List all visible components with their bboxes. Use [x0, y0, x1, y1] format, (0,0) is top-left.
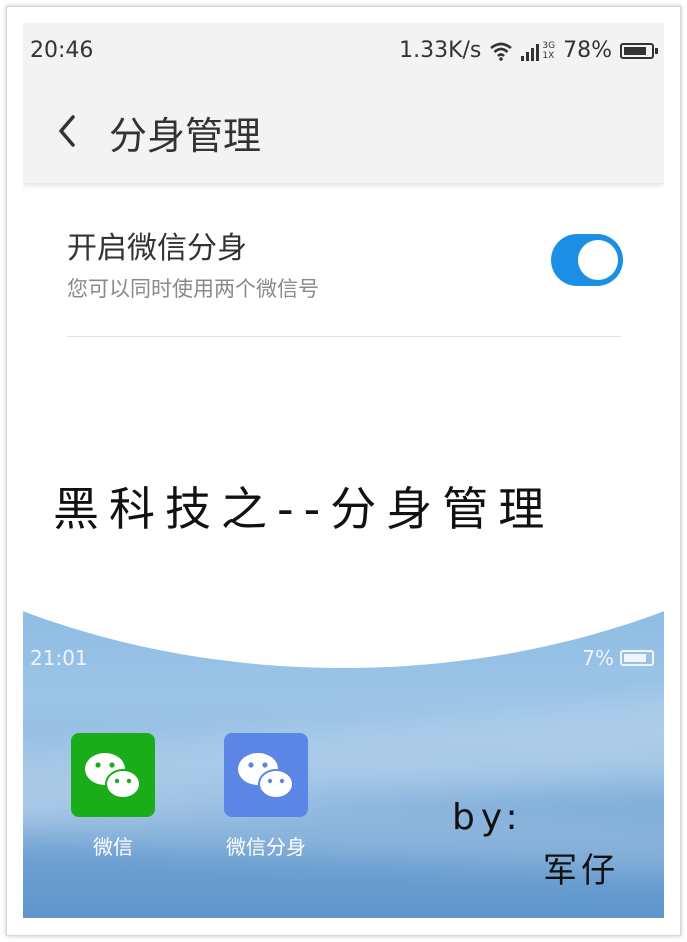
app-wechat[interactable]: 微信 — [58, 733, 168, 860]
net-speed: 1.33K/s — [399, 38, 482, 63]
app-label: 微信 — [93, 835, 133, 859]
credit-by: by: — [452, 797, 524, 838]
toggle-knob — [578, 240, 618, 280]
app-wechat-clone[interactable]: 微信分身 — [211, 733, 321, 860]
overlay-caption: 黑科技之--分身管理 — [53, 482, 555, 536]
back-arrow-icon[interactable] — [53, 111, 81, 151]
setting-subtitle: 您可以同时使用两个微信号 — [67, 277, 319, 301]
network-type-bottom: 1X — [542, 50, 555, 61]
network-type-top: 3G — [542, 40, 556, 51]
home-battery-percent: 7% — [582, 646, 614, 670]
signal-icon: 3G 1X — [521, 41, 555, 61]
setting-title: 开启微信分身 — [67, 231, 247, 266]
wechat-icon — [71, 733, 155, 817]
credit-author: 军仔 — [543, 851, 619, 891]
wechat-clone-icon — [224, 733, 308, 817]
home-battery-icon — [620, 650, 654, 666]
page-title: 分身管理 — [109, 114, 262, 158]
home-status-time: 21:01 — [30, 646, 88, 670]
battery-icon — [620, 42, 658, 59]
app-bar: 分身管理 — [23, 79, 664, 183]
status-indicators: 1.33K/s 3G 1X 78% — [399, 38, 658, 63]
curved-white-mask — [23, 608, 664, 668]
status-time: 20:46 — [30, 38, 94, 63]
status-bar: 20:46 1.33K/s 3G 1X 78% — [23, 23, 664, 79]
clone-toggle[interactable] — [551, 234, 623, 286]
battery-percent: 78% — [563, 38, 612, 63]
divider — [67, 336, 621, 337]
home-status-battery: 7% — [582, 646, 654, 670]
phone-screen: 20:46 1.33K/s 3G 1X 78% 分身管理 开启微信分身 您可以同… — [23, 23, 664, 918]
wifi-icon — [490, 42, 513, 61]
app-label: 微信分身 — [226, 835, 306, 859]
